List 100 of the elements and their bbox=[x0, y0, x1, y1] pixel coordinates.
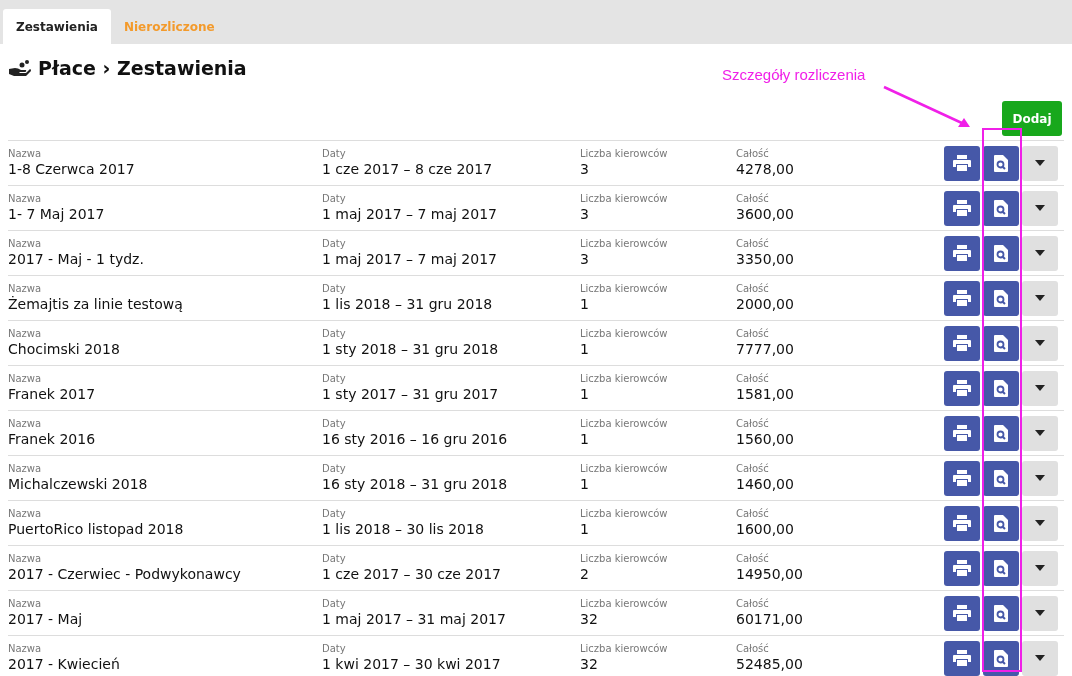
field-label: Liczba kierowców bbox=[580, 238, 669, 250]
details-button[interactable] bbox=[983, 505, 1019, 541]
field-value: 2017 - Kwiecień bbox=[8, 655, 121, 673]
printer-icon bbox=[953, 515, 971, 531]
dropdown-button[interactable] bbox=[1022, 190, 1058, 226]
dropdown-button[interactable] bbox=[1022, 235, 1058, 271]
dropdown-button[interactable] bbox=[1022, 460, 1058, 496]
print-button[interactable] bbox=[944, 370, 980, 406]
field-value: 32 bbox=[580, 655, 599, 673]
tab[interactable]: Nierozliczone bbox=[110, 9, 228, 44]
details-button[interactable] bbox=[983, 325, 1019, 361]
field-label: Całość bbox=[736, 148, 770, 160]
dropdown-button[interactable] bbox=[1022, 145, 1058, 181]
page-title: Płace › Zestawienia bbox=[38, 57, 247, 79]
field-value: 2017 - Czerwiec - Podwykonawcy bbox=[8, 565, 242, 583]
hand-coins-icon bbox=[8, 59, 32, 77]
details-button[interactable] bbox=[983, 550, 1019, 586]
dropdown-button[interactable] bbox=[1022, 280, 1058, 316]
field-value: 32 bbox=[580, 610, 599, 628]
dropdown-button[interactable] bbox=[1022, 595, 1058, 631]
details-button[interactable] bbox=[983, 415, 1019, 451]
print-button[interactable] bbox=[944, 280, 980, 316]
caret-down-icon bbox=[1035, 430, 1045, 436]
print-button[interactable] bbox=[944, 415, 980, 451]
field-label: Całość bbox=[736, 238, 770, 250]
field-value: 1 lis 2018 – 30 lis 2018 bbox=[322, 520, 485, 538]
document-search-icon bbox=[994, 424, 1008, 442]
print-button[interactable] bbox=[944, 325, 980, 361]
print-button[interactable] bbox=[944, 460, 980, 496]
printer-icon bbox=[953, 245, 971, 261]
field-value: 1- 7 Maj 2017 bbox=[8, 205, 106, 223]
field-value: 2017 - Maj - 1 tydz. bbox=[8, 250, 145, 268]
caret-down-icon bbox=[1035, 565, 1045, 571]
printer-icon bbox=[953, 425, 971, 441]
details-button[interactable] bbox=[983, 190, 1019, 226]
dropdown-button[interactable] bbox=[1022, 415, 1058, 451]
field-value: 1 bbox=[580, 475, 590, 493]
details-button[interactable] bbox=[983, 460, 1019, 496]
document-search-icon bbox=[994, 379, 1008, 397]
print-button[interactable] bbox=[944, 640, 980, 676]
caret-down-icon bbox=[1035, 205, 1045, 211]
document-search-icon bbox=[994, 334, 1008, 352]
print-button[interactable] bbox=[944, 550, 980, 586]
caret-down-icon bbox=[1035, 160, 1045, 166]
field-label: Całość bbox=[736, 598, 770, 610]
print-button[interactable] bbox=[944, 505, 980, 541]
add-button[interactable]: Dodaj bbox=[1002, 101, 1062, 136]
printer-icon bbox=[953, 335, 971, 351]
field-label: Liczba kierowców bbox=[580, 373, 669, 385]
field-label: Całość bbox=[736, 373, 770, 385]
dropdown-button[interactable] bbox=[1022, 640, 1058, 676]
details-button[interactable] bbox=[983, 640, 1019, 676]
field-value: 3 bbox=[580, 160, 590, 178]
field-label: Daty bbox=[322, 193, 347, 205]
field-value: 16 sty 2018 – 31 gru 2018 bbox=[322, 475, 509, 493]
field-value: 1 bbox=[580, 295, 590, 313]
details-button[interactable] bbox=[983, 370, 1019, 406]
field-value: Michalczewski 2018 bbox=[8, 475, 149, 493]
caret-down-icon bbox=[1035, 655, 1045, 661]
print-button[interactable] bbox=[944, 145, 980, 181]
dropdown-button[interactable] bbox=[1022, 370, 1058, 406]
details-button[interactable] bbox=[983, 145, 1019, 181]
field-label: Daty bbox=[322, 328, 347, 340]
field-label: Nazwa bbox=[8, 148, 43, 160]
field-value: 2000,00 bbox=[736, 295, 795, 313]
document-search-icon bbox=[994, 469, 1008, 487]
field-label: Daty bbox=[322, 373, 347, 385]
document-search-icon bbox=[994, 649, 1008, 667]
dropdown-button[interactable] bbox=[1022, 550, 1058, 586]
print-button[interactable] bbox=[944, 190, 980, 226]
field-label: Całość bbox=[736, 283, 770, 295]
field-label: Liczba kierowców bbox=[580, 193, 669, 205]
field-label: Daty bbox=[322, 463, 347, 475]
caret-down-icon bbox=[1035, 250, 1045, 256]
field-label: Liczba kierowców bbox=[580, 463, 669, 475]
field-value: Franek 2017 bbox=[8, 385, 97, 403]
field-label: Nazwa bbox=[8, 553, 43, 565]
tab[interactable]: Zestawienia bbox=[3, 9, 111, 44]
field-label: Nazwa bbox=[8, 508, 43, 520]
field-value: 1 bbox=[580, 340, 590, 358]
print-button[interactable] bbox=[944, 595, 980, 631]
print-button[interactable] bbox=[944, 235, 980, 271]
document-search-icon bbox=[994, 199, 1008, 217]
field-value: 1 cze 2017 – 30 cze 2017 bbox=[322, 565, 502, 583]
details-button[interactable] bbox=[983, 235, 1019, 271]
caret-down-icon bbox=[1035, 610, 1045, 616]
field-label: Liczba kierowców bbox=[580, 553, 669, 565]
caret-down-icon bbox=[1035, 340, 1045, 346]
field-label: Nazwa bbox=[8, 598, 43, 610]
dropdown-button[interactable] bbox=[1022, 325, 1058, 361]
field-label: Całość bbox=[736, 328, 770, 340]
field-value: 52485,00 bbox=[736, 655, 804, 673]
dropdown-button[interactable] bbox=[1022, 505, 1058, 541]
field-value: 1 maj 2017 – 7 maj 2017 bbox=[322, 205, 498, 223]
field-value: 1-8 Czerwca 2017 bbox=[8, 160, 136, 178]
printer-icon bbox=[953, 560, 971, 576]
field-value: Żemajtis za linie testową bbox=[8, 295, 184, 313]
details-button[interactable] bbox=[983, 595, 1019, 631]
details-button[interactable] bbox=[983, 280, 1019, 316]
field-label: Całość bbox=[736, 193, 770, 205]
